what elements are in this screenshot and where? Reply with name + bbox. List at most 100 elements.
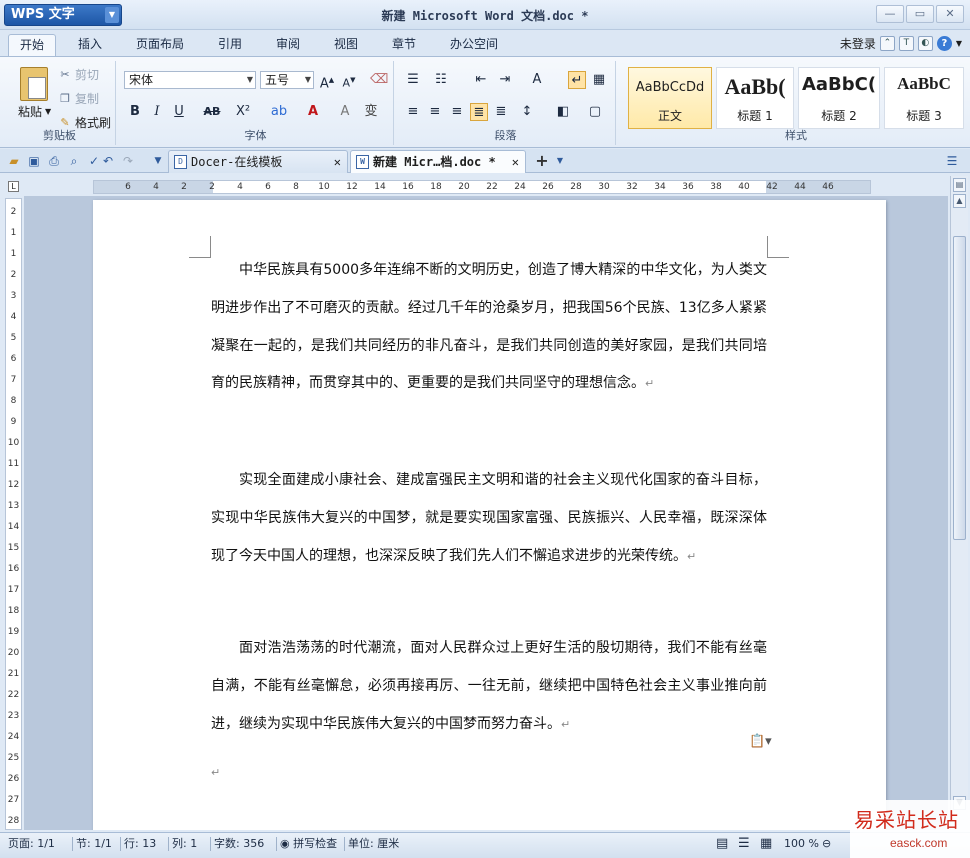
chinese-layout-icon[interactable]: A	[528, 71, 546, 89]
tab-references[interactable]: 引用	[208, 34, 252, 56]
status-page[interactable]: 页面: 1/1	[8, 837, 55, 851]
grow-font-icon[interactable]: A▲	[318, 71, 336, 91]
paste-options-icon[interactable]: 📋▾	[749, 734, 772, 749]
close-button[interactable]: ✕	[936, 5, 964, 23]
style-heading-2[interactable]: AaBbC( 标题 2	[798, 67, 880, 129]
tab-office-space[interactable]: 办公空间	[442, 34, 506, 56]
clear-format-icon[interactable]: ⌫	[370, 71, 388, 89]
close-tab-icon[interactable]: ✕	[334, 151, 341, 173]
login-link[interactable]: 未登录	[840, 35, 876, 52]
bullet-list-icon[interactable]: ☰	[404, 71, 422, 89]
empty-paragraph[interactable]: ↵	[211, 754, 767, 792]
ruler-tick-label: 38	[710, 182, 722, 192]
vertical-ruler[interactable]: 2 1 1 2 3 4 5 6 7 8 9 10 11 12 13 14 15 16 17 18 19 20 21 22 23 2…	[5, 198, 22, 830]
numbered-list-icon[interactable]: ☷	[432, 71, 450, 89]
tab-insert[interactable]: 插入	[68, 34, 112, 56]
status-column[interactable]: 列: 1	[172, 837, 197, 851]
chevron-down-icon[interactable]: ▼	[552, 153, 568, 169]
increase-indent-icon[interactable]: ⇥	[496, 71, 514, 89]
shading-icon[interactable]: ◧	[554, 103, 572, 121]
scroll-up-icon[interactable]: ▲	[953, 194, 966, 208]
tab-docer-templates[interactable]: D Docer-在线模板 ✕	[168, 150, 348, 173]
borders-icon[interactable]: ▢	[586, 103, 604, 121]
status-unit[interactable]: 单位: 厘米	[348, 837, 399, 851]
paste-icon[interactable]	[20, 67, 48, 101]
align-center-icon[interactable]: ≡	[426, 103, 444, 121]
paragraph-text: 面对浩浩荡荡的时代潮流，面对人民群众过上更好生活的殷切期待，我们不能有丝毫自满，…	[211, 640, 767, 732]
char-shading-icon[interactable]: A	[336, 103, 354, 121]
style-heading-1[interactable]: AaBb( 标题 1	[716, 67, 794, 129]
tab-home[interactable]: 开始	[8, 34, 56, 56]
tab-current-document[interactable]: W 新建 Micr…档.doc * ✕	[350, 150, 526, 173]
style-normal[interactable]: AaBbCcDd 正文	[628, 67, 712, 129]
tab-stop-selector[interactable]: L	[8, 181, 19, 192]
table-icon[interactable]: ▦	[590, 71, 608, 89]
distributed-icon[interactable]: ≣	[492, 103, 510, 121]
align-right-icon[interactable]: ≡	[448, 103, 466, 121]
vertical-scrollbar[interactable]: ▤ ▲ ▼	[950, 176, 968, 830]
phonetic-icon[interactable]: 变	[362, 103, 380, 121]
status-word-count[interactable]: 字数: 356	[214, 837, 264, 851]
tab-section[interactable]: 章节	[382, 34, 426, 56]
tab-review[interactable]: 审阅	[266, 34, 310, 56]
tab-list-icon[interactable]: ☰	[944, 153, 960, 169]
save-icon[interactable]: ▣	[26, 153, 42, 169]
maximize-button[interactable]: ▭	[906, 5, 934, 23]
paragraph-1[interactable]: 中华民族具有5000多年连绵不断的文明历史，创造了博大精深的中华文化，为人类文明…	[211, 252, 767, 403]
font-size-select[interactable]: 五号 ▼	[260, 71, 314, 89]
open-folder-icon[interactable]: ▰	[6, 153, 22, 169]
paragraph-mark-icon: ↵	[687, 549, 697, 563]
ruler-tick-label: 4	[153, 182, 159, 192]
strikethrough-icon[interactable]: AB	[200, 103, 224, 121]
chevron-down-icon[interactable]: ▼	[956, 39, 962, 48]
scrollbar-thumb[interactable]	[953, 236, 966, 540]
print-preview-icon[interactable]: ⌕	[66, 153, 82, 169]
copy-icon: ❐	[60, 92, 70, 105]
help-icon[interactable]: ?	[936, 36, 952, 51]
copy-button[interactable]: ❐ 复制	[58, 90, 99, 108]
zoom-level[interactable]: 100 %	[784, 837, 819, 851]
tab-view[interactable]: 视图	[324, 34, 368, 56]
customize-toolbar-icon[interactable]: ▼	[150, 153, 166, 169]
bold-icon[interactable]: B	[126, 103, 144, 121]
new-tab-icon[interactable]: +	[534, 153, 550, 169]
close-tab-icon[interactable]: ✕	[512, 151, 519, 173]
decrease-indent-icon[interactable]: ⇤	[472, 71, 490, 89]
spellcheck-status[interactable]: ◉ 拼写检查	[280, 837, 337, 851]
paste-button[interactable]: 粘贴 ▼	[18, 103, 51, 121]
ruler-toggle-icon[interactable]: ▤	[953, 178, 966, 192]
font-name-select[interactable]: 宋体 ▼	[124, 71, 256, 89]
shrink-font-icon[interactable]: A▼	[340, 71, 358, 90]
highlight-icon[interactable]: ab	[270, 103, 288, 121]
status-bar: 页面: 1/1 节: 1/1 行: 13 列: 1 字数: 356 ◉ 拼写检查…	[0, 832, 970, 858]
font-color-icon[interactable]: A	[304, 103, 322, 121]
superscript-icon[interactable]: X²	[234, 103, 252, 121]
skin-icon[interactable]: T	[898, 36, 914, 51]
status-line[interactable]: 行: 13	[124, 837, 156, 851]
undo-icon[interactable]: ↶	[100, 153, 116, 169]
collapse-ribbon-icon[interactable]: ⌃	[879, 36, 895, 51]
zoom-out-icon[interactable]: ⊖	[822, 837, 831, 851]
paragraph-2[interactable]: 实现全面建成小康社会、建成富强民主文明和谐的社会主义现代化国家的奋斗目标，实现中…	[211, 462, 767, 575]
align-left-icon[interactable]: ≡	[404, 103, 422, 121]
document-workspace: 中华民族具有5000多年连绵不断的文明历史，创造了博大精深的中华文化，为人类文明…	[24, 196, 948, 830]
underline-icon[interactable]: U	[170, 103, 188, 121]
status-section[interactable]: 节: 1/1	[76, 837, 112, 851]
outline-view-icon[interactable]: ☰	[738, 837, 750, 851]
document-page[interactable]: 中华民族具有5000多年连绵不断的文明历史，创造了博大精深的中华文化，为人类文明…	[93, 200, 886, 830]
page-view-icon[interactable]: ▤	[716, 837, 728, 851]
show-marks-icon[interactable]: ↵	[568, 71, 586, 89]
justify-icon[interactable]: ≣	[470, 103, 488, 121]
style-heading-3[interactable]: AaBbC 标题 3	[884, 67, 964, 129]
share-icon[interactable]: ◐	[917, 36, 933, 51]
web-view-icon[interactable]: ▦	[760, 837, 772, 851]
tab-page-layout[interactable]: 页面布局	[128, 34, 192, 56]
italic-icon[interactable]: I	[148, 103, 166, 121]
horizontal-ruler[interactable]: 6 4 2 2 4 6 8 10 12 14 16 18 20 22 24 26 28 30 32 34 36 38 40 4…	[93, 180, 871, 194]
paragraph-3[interactable]: 面对浩浩荡荡的时代潮流，面对人民群众过上更好生活的殷切期待，我们不能有丝毫自满，…	[211, 630, 767, 743]
redo-icon[interactable]: ↷	[120, 153, 136, 169]
line-spacing-icon[interactable]: ↕	[518, 103, 536, 121]
minimize-button[interactable]: —	[876, 5, 904, 23]
print-icon[interactable]: ⎙	[46, 153, 62, 169]
cut-button[interactable]: ✂ 剪切	[58, 66, 99, 84]
